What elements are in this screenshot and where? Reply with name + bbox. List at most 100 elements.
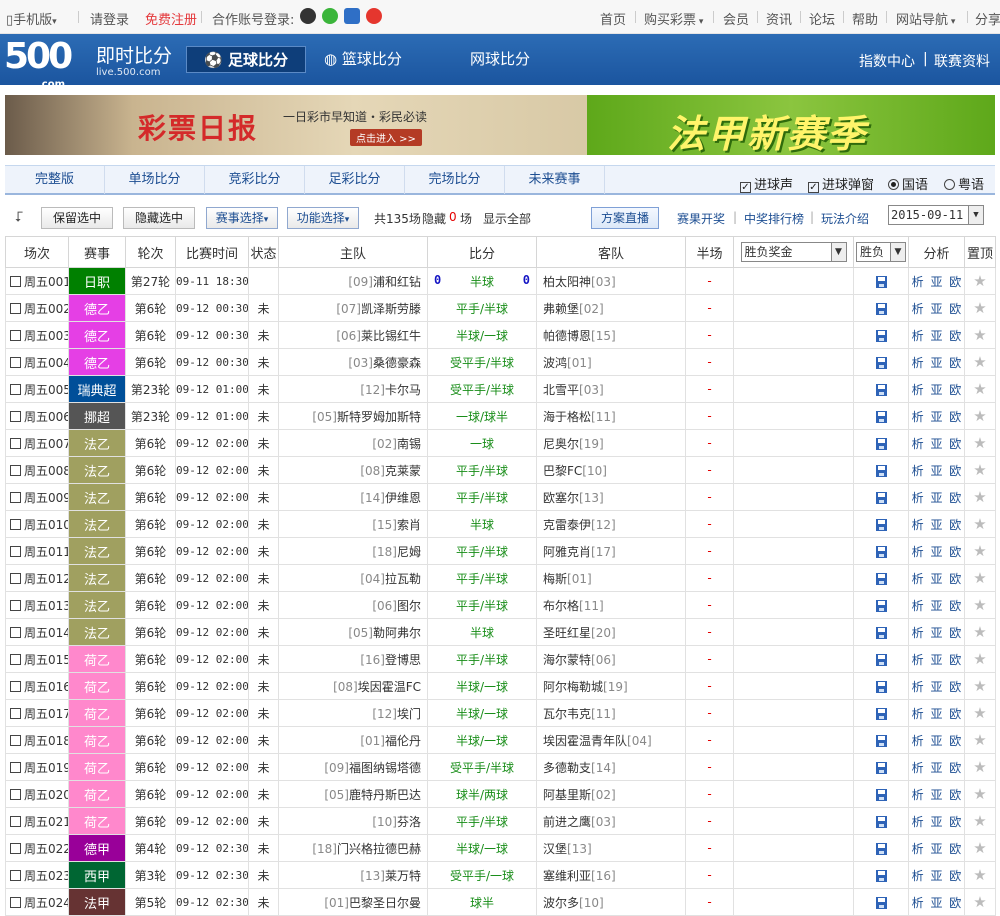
star-icon[interactable]: ★ — [973, 812, 986, 830]
away-team[interactable]: 阿基里斯[02] — [536, 780, 686, 808]
away-team[interactable]: 梅斯[01] — [536, 564, 686, 592]
save-disk-icon[interactable] — [875, 275, 887, 288]
nav-member[interactable]: 会员 — [723, 9, 749, 28]
table-row[interactable]: 周五021 荷乙 第6轮 09-12 02:00 未 [10]芬洛 平手/半球 前进之鹰[03… — [5, 807, 996, 835]
league-badge[interactable]: 法乙 — [68, 618, 126, 646]
analysis-links[interactable]: 析 亚 欧 — [908, 807, 965, 835]
nav-news[interactable]: 资讯 — [766, 9, 792, 28]
prize-rank-link[interactable]: 中奖排行榜 — [744, 210, 804, 227]
home-team[interactable]: [06]莱比锡红牛 — [278, 321, 428, 349]
match-number[interactable]: 周五021 — [5, 807, 69, 835]
away-team[interactable]: 尼奥尔[19] — [536, 429, 686, 457]
goal-sound-checkbox[interactable]: ✓ 进球声 — [740, 174, 793, 193]
analysis-links[interactable]: 析 亚 欧 — [908, 456, 965, 484]
cantonese-radio[interactable]: 粤语 — [944, 174, 984, 193]
login-link[interactable]: 请登录 — [90, 9, 129, 28]
save-disk-icon[interactable] — [875, 356, 887, 369]
star-icon[interactable]: ★ — [973, 515, 986, 533]
save-disk-icon[interactable] — [875, 545, 887, 558]
star-icon[interactable]: ★ — [973, 758, 986, 776]
league-badge[interactable]: 瑞典超 — [68, 375, 126, 403]
home-team[interactable]: [10]芬洛 — [278, 807, 428, 835]
away-team[interactable]: 帕德博恩[15] — [536, 321, 686, 349]
save-disk-icon[interactable] — [875, 869, 887, 882]
row-checkbox[interactable] — [10, 869, 21, 881]
analysis-links[interactable]: 析 亚 欧 — [908, 375, 965, 403]
nav-site-map[interactable]: 网站导航 ▾ — [896, 9, 955, 28]
table-row[interactable]: 周五018 荷乙 第6轮 09-12 02:00 未 [01]福伦丹 半球/一球 埃因霍温青年… — [5, 726, 996, 754]
match-number[interactable]: 周五007 — [5, 429, 69, 457]
nav-home[interactable]: 首页 — [600, 9, 626, 28]
analysis-links[interactable]: 析 亚 欧 — [908, 645, 965, 673]
league-badge[interactable]: 荷乙 — [68, 699, 126, 727]
star-icon[interactable]: ★ — [973, 488, 986, 506]
analysis-links[interactable]: 析 亚 欧 — [908, 537, 965, 565]
analysis-links[interactable]: 析 亚 欧 — [908, 402, 965, 430]
row-checkbox[interactable] — [10, 653, 21, 665]
save-disk-icon[interactable] — [875, 788, 887, 801]
row-checkbox[interactable] — [10, 518, 21, 530]
save-disk-icon[interactable] — [875, 491, 887, 504]
table-row[interactable]: 周五005 瑞典超 第23轮 09-12 01:00 未 [12]卡尔马 受平手/半球 北雪平… — [5, 375, 996, 403]
match-number[interactable]: 周五013 — [5, 591, 69, 619]
home-team[interactable]: [05]斯特罗姆加斯特 — [278, 402, 428, 430]
nav-buy-lottery[interactable]: 购买彩票 ▾ — [644, 9, 703, 28]
table-row[interactable]: 周五024 法甲 第5轮 09-12 02:30 未 [01]巴黎圣日尔曼 球半 波尔多[10… — [5, 888, 996, 916]
away-team[interactable]: 柏太阳神[03] — [536, 267, 686, 295]
away-team[interactable]: 海尔蒙特[06] — [536, 645, 686, 673]
home-team[interactable]: [12]卡尔马 — [278, 375, 428, 403]
row-checkbox[interactable] — [10, 464, 21, 476]
star-icon[interactable]: ★ — [973, 893, 986, 911]
goal-popup-checkbox[interactable]: ✓ 进球弹窗 — [808, 174, 874, 193]
match-number[interactable]: 周五011 — [5, 537, 69, 565]
row-checkbox[interactable] — [10, 896, 21, 908]
table-row[interactable]: 周五011 法乙 第6轮 09-12 02:00 未 [18]尼姆 平手/半球 阿雅克肖[17… — [5, 537, 996, 565]
home-team[interactable]: [16]登博思 — [278, 645, 428, 673]
away-team[interactable]: 阿雅克肖[17] — [536, 537, 686, 565]
analysis-links[interactable]: 析 亚 欧 — [908, 672, 965, 700]
hide-selected-button[interactable]: 隐藏选中 — [123, 207, 195, 229]
row-checkbox[interactable] — [10, 599, 21, 611]
analysis-links[interactable]: 析 亚 欧 — [908, 726, 965, 754]
row-checkbox[interactable] — [10, 680, 21, 692]
save-disk-icon[interactable] — [875, 599, 887, 612]
row-checkbox[interactable] — [10, 275, 21, 287]
qq-icon[interactable] — [300, 8, 316, 24]
analysis-links[interactable]: 析 亚 欧 — [908, 267, 965, 295]
away-team[interactable]: 布尔格[11] — [536, 591, 686, 619]
row-checkbox[interactable] — [10, 842, 21, 854]
save-disk-icon[interactable] — [875, 761, 887, 774]
save-disk-icon[interactable] — [875, 815, 887, 828]
home-team[interactable]: [01]福伦丹 — [278, 726, 428, 754]
home-team[interactable]: [08]埃因霍温FC — [278, 672, 428, 700]
save-disk-icon[interactable] — [875, 518, 887, 531]
table-row[interactable]: 周五008 法乙 第6轮 09-12 02:00 未 [08]克莱蒙 平手/半球 巴黎FC[1… — [5, 456, 996, 484]
table-row[interactable]: 周五015 荷乙 第6轮 09-12 02:00 未 [16]登博思 平手/半球 海尔蒙特[0… — [5, 645, 996, 673]
away-team[interactable]: 瓦尔韦克[11] — [536, 699, 686, 727]
row-checkbox[interactable] — [10, 815, 21, 827]
table-row[interactable]: 周五003 德乙 第6轮 09-12 00:30 未 [06]莱比锡红牛 半球/一球 帕德博恩… — [5, 321, 996, 349]
star-icon[interactable]: ★ — [973, 731, 986, 749]
league-badge[interactable]: 法乙 — [68, 483, 126, 511]
league-badge[interactable]: 荷乙 — [68, 726, 126, 754]
home-team[interactable]: [05]鹿特丹斯巴达 — [278, 780, 428, 808]
home-team[interactable]: [08]克莱蒙 — [278, 456, 428, 484]
home-team[interactable]: [06]图尔 — [278, 591, 428, 619]
analysis-links[interactable]: 析 亚 欧 — [908, 888, 965, 916]
star-icon[interactable]: ★ — [973, 407, 986, 425]
match-number[interactable]: 周五006 — [5, 402, 69, 430]
table-row[interactable]: 周五012 法乙 第6轮 09-12 02:00 未 [04]拉瓦勒 平手/半球 梅斯[01]… — [5, 564, 996, 592]
plan-live-button[interactable]: 方案直播 — [591, 207, 659, 229]
row-checkbox[interactable] — [10, 491, 21, 503]
table-row[interactable]: 周五004 德乙 第6轮 09-12 00:30 未 [03]桑德豪森 受平手/半球 波鸿[0… — [5, 348, 996, 376]
home-team[interactable]: [15]索肖 — [278, 510, 428, 538]
show-all-link[interactable]: 显示全部 — [483, 210, 531, 227]
row-checkbox[interactable] — [10, 707, 21, 719]
weibo-icon[interactable] — [366, 8, 382, 24]
home-team[interactable]: [04]拉瓦勒 — [278, 564, 428, 592]
save-disk-icon[interactable] — [875, 383, 887, 396]
banner[interactable]: 彩票日报 一日彩市早知道・彩民必读 点击进入 >> 法甲新赛季 — [5, 95, 995, 155]
home-team[interactable]: [13]莱万特 — [278, 861, 428, 889]
away-team[interactable]: 波尔多[10] — [536, 888, 686, 916]
away-team[interactable]: 汉堡[13] — [536, 834, 686, 862]
